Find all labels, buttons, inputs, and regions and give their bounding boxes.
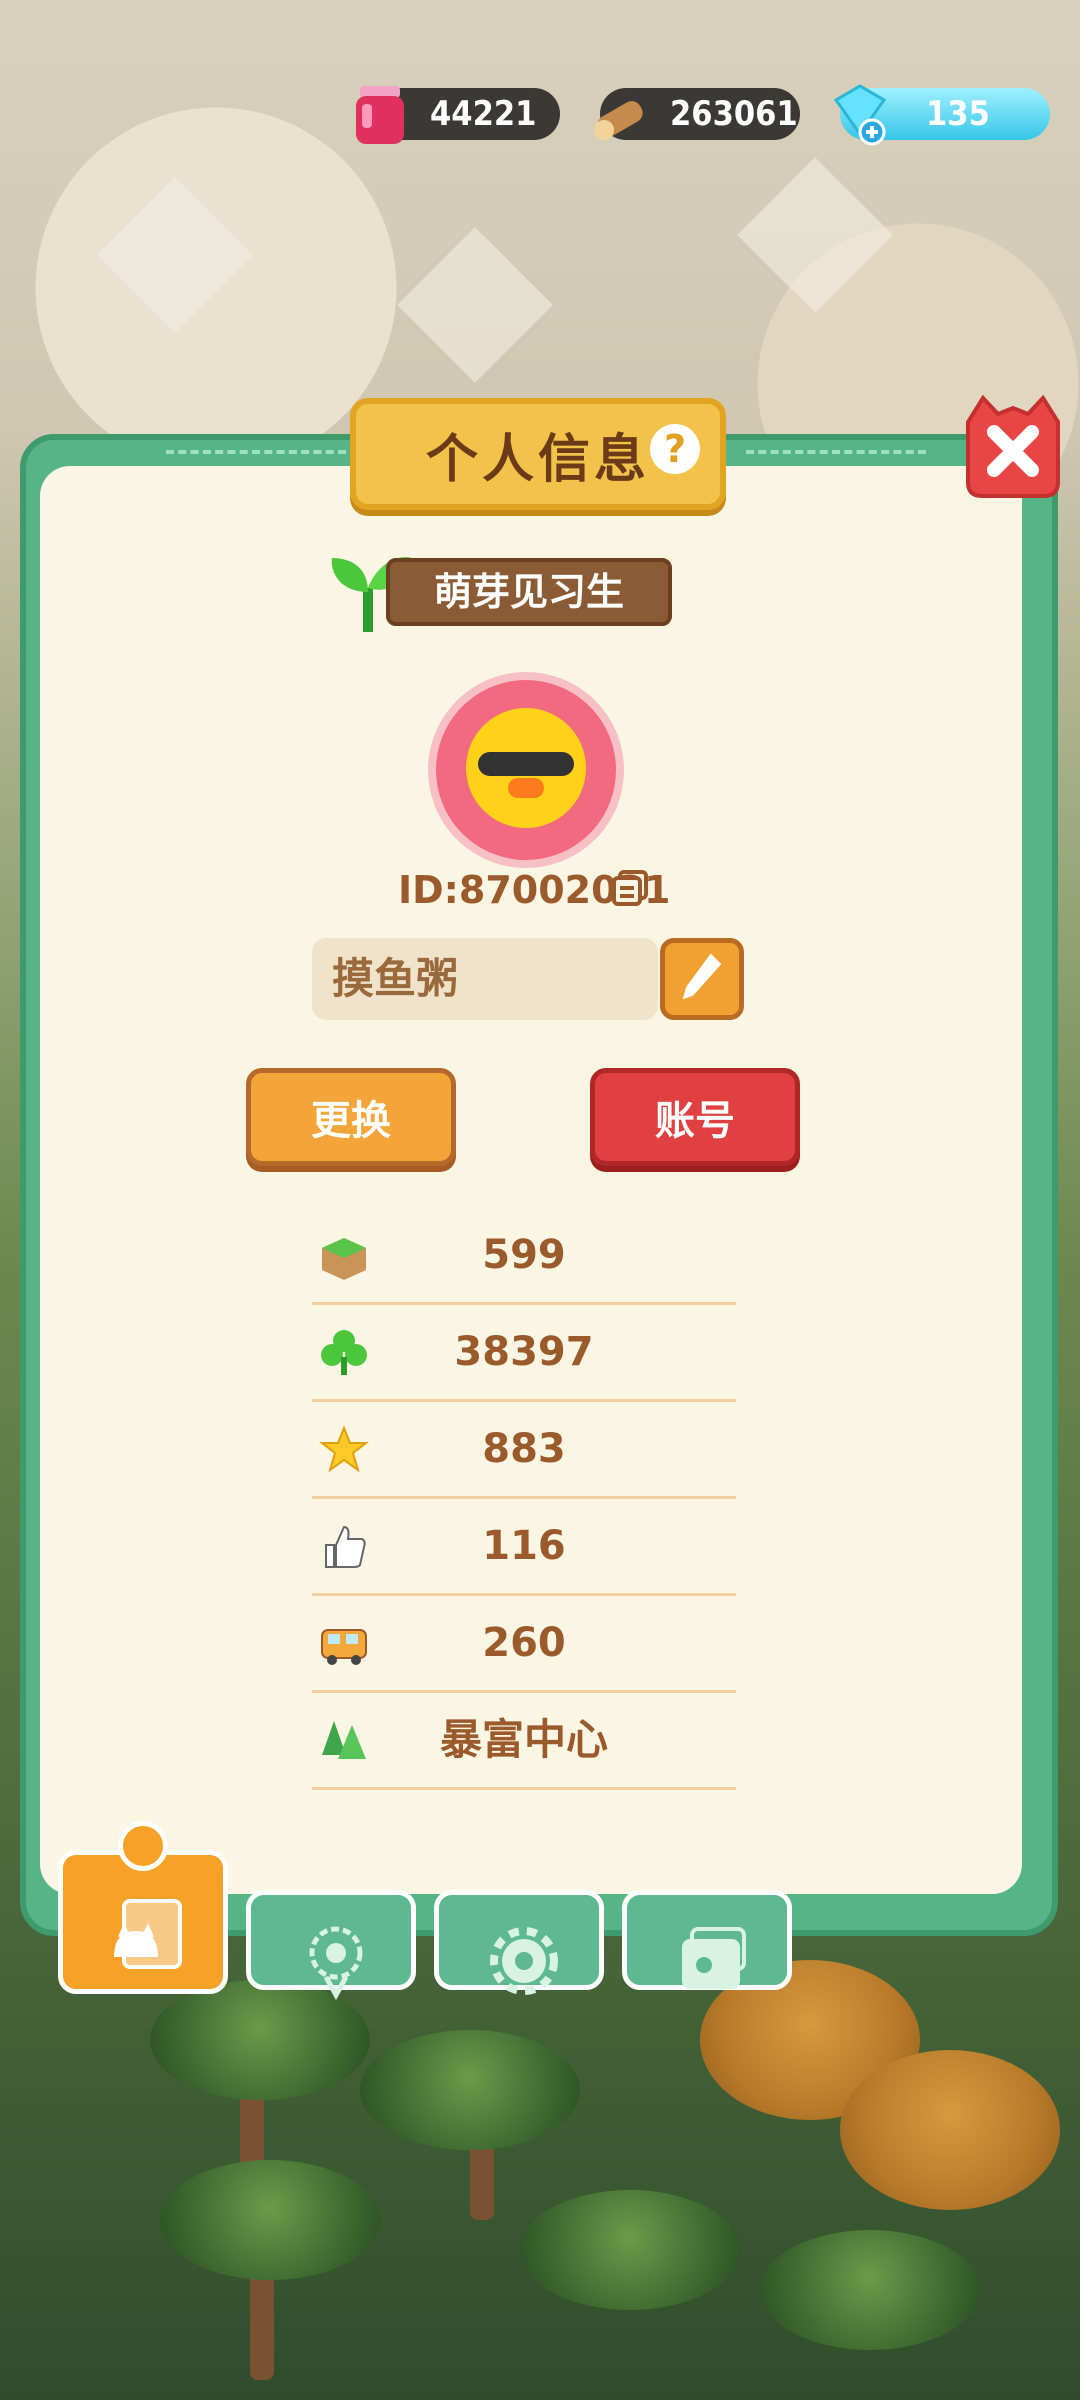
account-button[interactable]: 账号: [590, 1068, 800, 1166]
profile-tabs: [58, 1821, 1058, 2001]
tab-achievements[interactable]: [246, 1890, 416, 2001]
palm-tree: [760, 2230, 980, 2350]
tab-profile-card[interactable]: [58, 1821, 228, 1994]
rank-title: 萌芽见习生: [433, 570, 624, 614]
jam-counter[interactable]: 44221: [356, 86, 560, 144]
palm-tree: [360, 2030, 580, 2150]
edit-name-button[interactable]: [660, 938, 744, 1020]
avatar-sunglasses: [478, 752, 574, 776]
palm-tree: [160, 2160, 380, 2280]
album-icon: [682, 1927, 746, 1989]
panel-dash-decoration: [166, 450, 346, 458]
gem-counter[interactable]: 135: [833, 84, 1050, 146]
stat-value: 116: [482, 1523, 566, 1569]
stat-value: 260: [482, 1620, 566, 1666]
stat-row-star: 883: [312, 1402, 736, 1499]
stat-value: 暴富中心: [439, 1715, 608, 1764]
panel-title-plate: 个人信息 ?: [350, 398, 726, 510]
nickname-text: 摸鱼粥: [332, 954, 459, 1003]
stat-row-clover: 38397: [312, 1305, 736, 1402]
stat-row-bus: 260: [312, 1596, 736, 1693]
nickname-field[interactable]: 摸鱼粥: [312, 938, 658, 1020]
stats-list: 599 38397 883 116 260 暴富中心: [312, 1208, 736, 1790]
palm-tree: [520, 2190, 740, 2310]
tab-tag-ring: [118, 1821, 168, 1871]
rank-badge: 萌芽见习生: [320, 542, 680, 632]
copy-icon[interactable]: [610, 868, 650, 908]
stat-value: 599: [482, 1232, 566, 1278]
tab-settings[interactable]: [434, 1890, 604, 1995]
autumn-tree: [840, 2050, 1060, 2210]
avatar-beak: [508, 778, 544, 798]
pencil-icon: [682, 953, 722, 1000]
jam-amount: 44221: [430, 94, 537, 134]
floor-tile: [397, 227, 553, 383]
panel-title: 个人信息: [425, 429, 650, 490]
gear-icon: [490, 1927, 558, 1995]
medal-icon: [309, 1926, 363, 2001]
user-id: ID:87002031: [398, 868, 671, 912]
stat-row-likes: 116: [312, 1499, 736, 1596]
close-button[interactable]: [958, 392, 1068, 502]
tab-photo-album[interactable]: [622, 1890, 792, 1990]
wood-amount: 263061: [670, 94, 798, 134]
gem-amount: 135: [926, 94, 990, 134]
floor-tile: [737, 157, 893, 313]
panel-dash-decoration: [746, 450, 926, 458]
floor-tile: [97, 177, 253, 333]
stat-value: 38397: [454, 1329, 594, 1375]
cat-card-icon: [114, 1899, 182, 1969]
wood-log-icon: [594, 101, 643, 140]
stat-row-location: 暴富中心: [312, 1693, 736, 1790]
stat-value: 883: [482, 1426, 566, 1472]
rank-plank: 萌芽见习生: [386, 558, 672, 626]
avatar[interactable]: [428, 672, 624, 868]
stat-row-grass: 599: [312, 1208, 736, 1305]
wood-counter[interactable]: 263061: [594, 88, 800, 140]
gem-icon: [833, 84, 887, 146]
jam-jar-icon: [356, 86, 404, 144]
help-icon[interactable]: ?: [650, 424, 700, 474]
change-button[interactable]: 更换: [246, 1068, 456, 1166]
